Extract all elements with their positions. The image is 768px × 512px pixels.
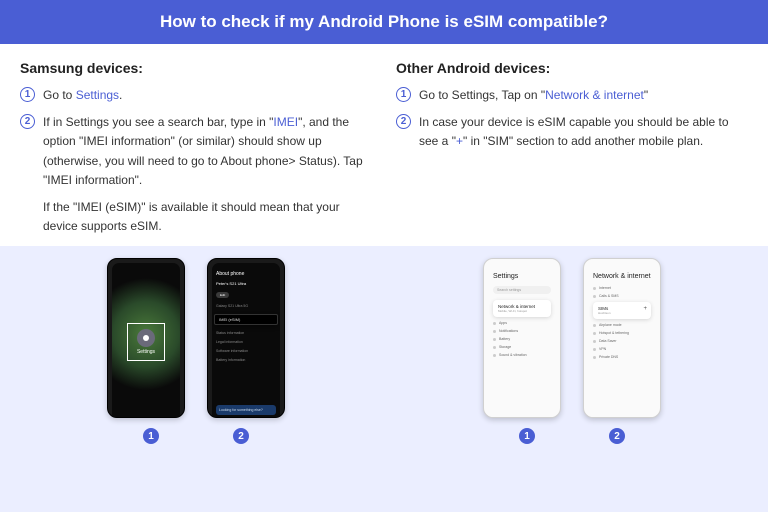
list-item: Airplane mode bbox=[593, 323, 651, 327]
imei-link: IMEI bbox=[273, 115, 298, 129]
plus-icon: + bbox=[643, 306, 647, 312]
about-row: Galaxy S21 Ultra 5G bbox=[216, 304, 276, 308]
list-item: Data Saver bbox=[593, 339, 651, 343]
device-name: Peter's S21 Ultra bbox=[216, 281, 276, 286]
screenshot-number-icon: 2 bbox=[233, 428, 249, 444]
step-text: In case your device is eSIM capable you … bbox=[419, 113, 748, 151]
plus-link: + bbox=[456, 134, 463, 148]
samsung-screenshots: Settings About phone Peter's S21 Ultra E… bbox=[20, 246, 372, 454]
step-number-icon: 1 bbox=[396, 87, 411, 102]
other-step-1: 1 Go to Settings, Tap on "Network & inte… bbox=[396, 86, 748, 105]
list-item: Storage bbox=[493, 345, 551, 349]
page-title: How to check if my Android Phone is eSIM… bbox=[0, 0, 768, 44]
other-phone-1: Settings Search settings Network & inter… bbox=[483, 258, 561, 418]
card-subtitle: Huchison bbox=[598, 311, 646, 315]
network-link: Network & internet bbox=[545, 88, 644, 102]
settings-title: Settings bbox=[493, 273, 551, 280]
other-heading: Other Android devices: bbox=[396, 60, 748, 76]
step-text: Go to Settings, Tap on "Network & intern… bbox=[419, 86, 748, 105]
network-card: Network & internet Mobile, Wi-Fi, hotspo… bbox=[493, 300, 551, 317]
gear-icon bbox=[137, 329, 155, 347]
samsung-step-2: 2 If in Settings you see a search bar, t… bbox=[20, 113, 372, 190]
list-item: Battery bbox=[493, 337, 551, 341]
search-bar: Search settings bbox=[493, 286, 551, 294]
network-title: Network & internet bbox=[593, 273, 651, 280]
card-subtitle: Mobile, Wi-Fi, hotspot bbox=[498, 309, 546, 313]
other-screenshots: Settings Search settings Network & inter… bbox=[396, 246, 748, 454]
samsung-about-screen: About phone Peter's S21 Ultra Edit Galax… bbox=[212, 263, 280, 418]
step-text: Go to Settings. bbox=[43, 86, 372, 105]
list-item: VPN bbox=[593, 347, 651, 351]
about-phone-header: About phone bbox=[216, 271, 276, 277]
list-item: Apps bbox=[493, 321, 551, 325]
about-row: Battery information bbox=[216, 358, 276, 362]
settings-label: Settings bbox=[137, 349, 155, 355]
list-item: Private DNS bbox=[593, 355, 651, 359]
samsung-phone-2: About phone Peter's S21 Ultra Edit Galax… bbox=[207, 258, 285, 418]
about-row: Status information bbox=[216, 331, 276, 335]
list-item: Sound & vibration bbox=[493, 353, 551, 357]
step-number-icon: 2 bbox=[20, 114, 35, 129]
samsung-homescreen: Settings bbox=[112, 263, 180, 418]
list-item: Hotspot & tethering bbox=[593, 331, 651, 335]
about-footer: Looking for something else? bbox=[216, 405, 276, 415]
instructions-body: Samsung devices: 1 Go to Settings. 2 If … bbox=[0, 44, 768, 246]
samsung-column: Samsung devices: 1 Go to Settings. 2 If … bbox=[20, 60, 372, 236]
step-number-icon: 1 bbox=[20, 87, 35, 102]
screenshot-number-icon: 2 bbox=[609, 428, 625, 444]
screenshot-number-icon: 1 bbox=[143, 428, 159, 444]
other-network-screen: Network & internet Internet Calls & SMS … bbox=[588, 263, 656, 418]
other-column: Other Android devices: 1 Go to Settings,… bbox=[396, 60, 748, 236]
screenshots-row: Settings About phone Peter's S21 Ultra E… bbox=[0, 246, 768, 454]
list-item: Notifications bbox=[493, 329, 551, 333]
sim-card: + SIMs Huchison bbox=[593, 302, 651, 319]
samsung-phone-1: Settings bbox=[107, 258, 185, 418]
step-number-icon: 2 bbox=[396, 114, 411, 129]
samsung-extra-note: If the "IMEI (eSIM)" is available it sho… bbox=[43, 198, 372, 236]
imei-row: IMEI (eSIM) bbox=[214, 314, 278, 325]
samsung-step-1: 1 Go to Settings. bbox=[20, 86, 372, 105]
list-item: Calls & SMS bbox=[593, 294, 651, 298]
other-phone-2: Network & internet Internet Calls & SMS … bbox=[583, 258, 661, 418]
screenshot-number-icon: 1 bbox=[519, 428, 535, 444]
other-step-2: 2 In case your device is eSIM capable yo… bbox=[396, 113, 748, 151]
about-row: Legal information bbox=[216, 340, 276, 344]
other-settings-screen: Settings Search settings Network & inter… bbox=[488, 263, 556, 418]
settings-link: Settings bbox=[76, 88, 119, 102]
settings-tile: Settings bbox=[127, 323, 165, 361]
about-row: Software information bbox=[216, 349, 276, 353]
samsung-heading: Samsung devices: bbox=[20, 60, 372, 76]
edit-pill: Edit bbox=[216, 292, 229, 298]
step-text: If in Settings you see a search bar, typ… bbox=[43, 113, 372, 190]
list-item: Internet bbox=[593, 286, 651, 290]
